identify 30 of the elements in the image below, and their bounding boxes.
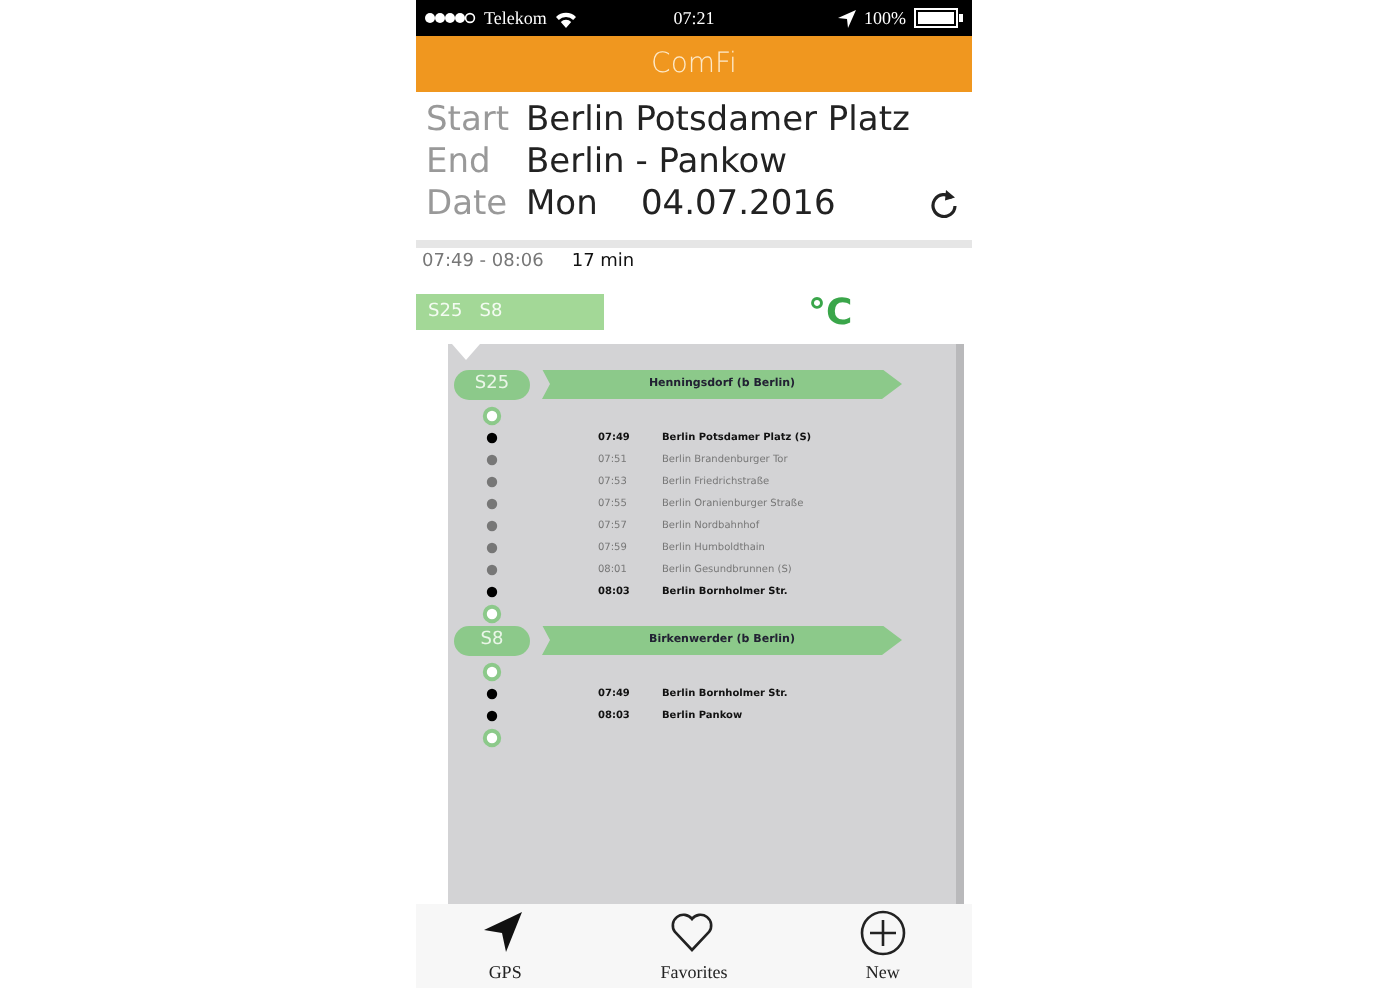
stop-ring-icon: [482, 405, 502, 425]
tab-bar-item[interactable]: Favorites: [652, 906, 736, 986]
clock-time: 07:21: [673, 8, 715, 28]
line-badge: S8: [454, 625, 530, 655]
field-value: Berlin Potsdamer Platz: [526, 99, 912, 139]
line-badge: S25: [454, 369, 530, 399]
location-arrow-icon: [837, 9, 856, 27]
field-label: Start: [426, 99, 512, 139]
refresh-button[interactable]: [928, 187, 960, 219]
field-label: End: [426, 141, 493, 181]
carrier-name: Telekom: [484, 8, 547, 28]
tab-bar-item[interactable]: New: [851, 906, 914, 986]
pointer-notch: [452, 344, 480, 360]
battery-percent: 100%: [863, 8, 906, 28]
plus-circle-icon: [859, 910, 906, 956]
trip-duration: 17 min: [571, 251, 635, 271]
trip-times: 07:49 - 08:06: [422, 251, 544, 271]
battery-icon: [913, 8, 964, 28]
stop-ring-icon: [482, 661, 502, 681]
app-title: ComFi: [416, 36, 972, 92]
heart-icon: [670, 910, 717, 956]
wifi-icon: [554, 9, 579, 27]
tab-bar-item[interactable]: GPS: [474, 906, 537, 986]
stop-ring-icon: [482, 603, 502, 623]
field-value: Mon 04.07.2016: [526, 183, 838, 223]
field-value: Berlin - Pankow: [526, 141, 789, 181]
temperature-unit: °C: [808, 291, 853, 333]
signal-icon: [424, 12, 476, 24]
stop-ring-icon: [482, 727, 502, 747]
field-label: Date: [426, 183, 510, 223]
